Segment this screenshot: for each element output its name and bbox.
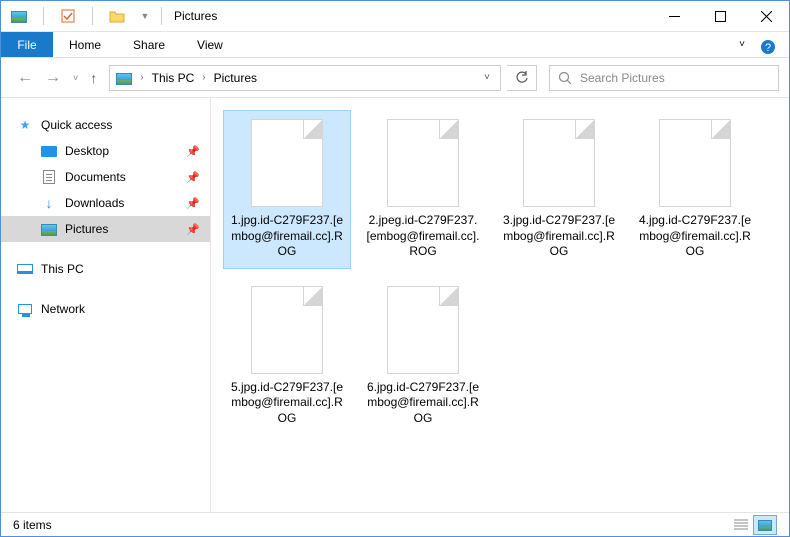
pc-icon	[17, 261, 33, 277]
sidebar-item-quick-access[interactable]: ★ Quick access	[1, 112, 210, 138]
search-box[interactable]	[549, 65, 779, 91]
help-icon[interactable]: ?	[753, 32, 783, 62]
pin-icon: 📌	[186, 171, 200, 184]
chevron-down-icon[interactable]: ▼	[135, 6, 155, 26]
sidebar-item-downloads[interactable]: ↓ Downloads 📌	[1, 190, 210, 216]
tab-view[interactable]: View	[181, 32, 239, 57]
downloads-icon: ↓	[41, 195, 57, 211]
content-area: ★ Quick access Desktop 📌 Documents 📌 ↓ D…	[1, 98, 789, 512]
refresh-button[interactable]	[507, 65, 537, 91]
file-name: 4.jpg.id-C279F237.[embog@firemail.cc].RO…	[636, 213, 754, 260]
thumbnails-view-button[interactable]	[753, 515, 777, 535]
file-icon	[523, 119, 595, 207]
file-icon	[659, 119, 731, 207]
sidebar-item-label: Network	[41, 302, 85, 316]
expand-ribbon-icon[interactable]: ˅	[731, 32, 753, 57]
details-view-button[interactable]	[729, 515, 753, 535]
tab-file[interactable]: File	[1, 32, 53, 57]
minimize-button[interactable]	[651, 1, 697, 31]
file-name: 1.jpg.id-C279F237.[embog@firemail.cc].RO…	[228, 213, 346, 260]
documents-icon	[41, 169, 57, 185]
title-bar: ▼ Pictures	[1, 1, 789, 32]
sidebar-item-label: Quick access	[41, 118, 112, 132]
pin-icon: 📌	[186, 145, 200, 158]
sidebar-item-desktop[interactable]: Desktop 📌	[1, 138, 210, 164]
folder-icon[interactable]	[107, 6, 127, 26]
file-item[interactable]: 6.jpg.id-C279F237.[embog@firemail.cc].RO…	[359, 277, 487, 436]
search-input[interactable]	[580, 71, 770, 85]
navigation-pane: ★ Quick access Desktop 📌 Documents 📌 ↓ D…	[1, 98, 211, 512]
sidebar-item-label: Desktop	[65, 144, 109, 158]
file-name: 5.jpg.id-C279F237.[embog@firemail.cc].RO…	[228, 380, 346, 427]
app-icon	[9, 6, 29, 26]
sidebar-item-label: Documents	[65, 170, 126, 184]
breadcrumb[interactable]: This PC	[152, 71, 195, 85]
file-icon	[251, 119, 323, 207]
quick-access-toolbar: ▼	[9, 6, 155, 26]
file-name: 6.jpg.id-C279F237.[embog@firemail.cc].RO…	[364, 380, 482, 427]
svg-text:?: ?	[765, 42, 771, 54]
divider	[92, 7, 93, 25]
properties-icon[interactable]	[58, 6, 78, 26]
pictures-icon	[41, 221, 57, 237]
recent-locations-icon[interactable]: ˅	[73, 73, 78, 83]
status-bar: 6 items	[1, 512, 789, 536]
window-title: Pictures	[174, 9, 217, 23]
file-item[interactable]: 2.jpeg.id-C279F237.[embog@firemail.cc].R…	[359, 110, 487, 269]
ribbon: File Home Share View ˅ ?	[1, 32, 789, 58]
sidebar-item-documents[interactable]: Documents 📌	[1, 164, 210, 190]
file-name: 3.jpg.id-C279F237.[embog@firemail.cc].RO…	[500, 213, 618, 260]
file-item[interactable]: 5.jpg.id-C279F237.[embog@firemail.cc].RO…	[223, 277, 351, 436]
tab-share[interactable]: Share	[117, 32, 181, 57]
sidebar-item-label: Pictures	[65, 222, 108, 236]
sidebar-item-pictures[interactable]: Pictures 📌	[1, 216, 210, 242]
file-item[interactable]: 4.jpg.id-C279F237.[embog@firemail.cc].RO…	[631, 110, 759, 269]
close-button[interactable]	[743, 1, 789, 31]
item-count: 6 items	[13, 518, 52, 532]
nav-arrows: ← → ˅ ↑	[11, 69, 103, 87]
address-dropdown-icon[interactable]: ˅	[480, 72, 494, 83]
divider	[161, 7, 162, 25]
file-item[interactable]: 1.jpg.id-C279F237.[embog@firemail.cc].RO…	[223, 110, 351, 269]
network-icon	[17, 301, 33, 317]
pictures-icon	[116, 70, 132, 86]
sidebar-item-this-pc[interactable]: This PC	[1, 256, 210, 282]
file-icon	[387, 286, 459, 374]
star-icon: ★	[17, 117, 33, 133]
up-button[interactable]: ↑	[90, 70, 97, 86]
file-icon	[251, 286, 323, 374]
file-icon	[387, 119, 459, 207]
pin-icon: 📌	[186, 223, 200, 236]
search-icon	[558, 71, 572, 85]
sidebar-item-label: Downloads	[65, 196, 124, 210]
sidebar-item-label: This PC	[41, 262, 84, 276]
file-pane[interactable]: 1.jpg.id-C279F237.[embog@firemail.cc].RO…	[211, 98, 789, 512]
divider	[43, 7, 44, 25]
breadcrumb[interactable]: Pictures	[214, 71, 257, 85]
navigation-bar: ← → ˅ ↑ › This PC › Pictures ˅	[1, 58, 789, 98]
forward-button: →	[45, 69, 61, 87]
file-name: 2.jpeg.id-C279F237.[embog@firemail.cc].R…	[364, 213, 482, 260]
file-item[interactable]: 3.jpg.id-C279F237.[embog@firemail.cc].RO…	[495, 110, 623, 269]
window-controls	[651, 1, 789, 31]
back-button[interactable]: ←	[17, 69, 33, 87]
maximize-button[interactable]	[697, 1, 743, 31]
desktop-icon	[41, 143, 57, 159]
pin-icon: 📌	[186, 197, 200, 210]
address-bar[interactable]: › This PC › Pictures ˅	[109, 65, 501, 91]
chevron-right-icon[interactable]: ›	[200, 72, 207, 83]
tab-home[interactable]: Home	[53, 32, 117, 57]
sidebar-item-network[interactable]: Network	[1, 296, 210, 322]
chevron-right-icon[interactable]: ›	[138, 72, 145, 83]
